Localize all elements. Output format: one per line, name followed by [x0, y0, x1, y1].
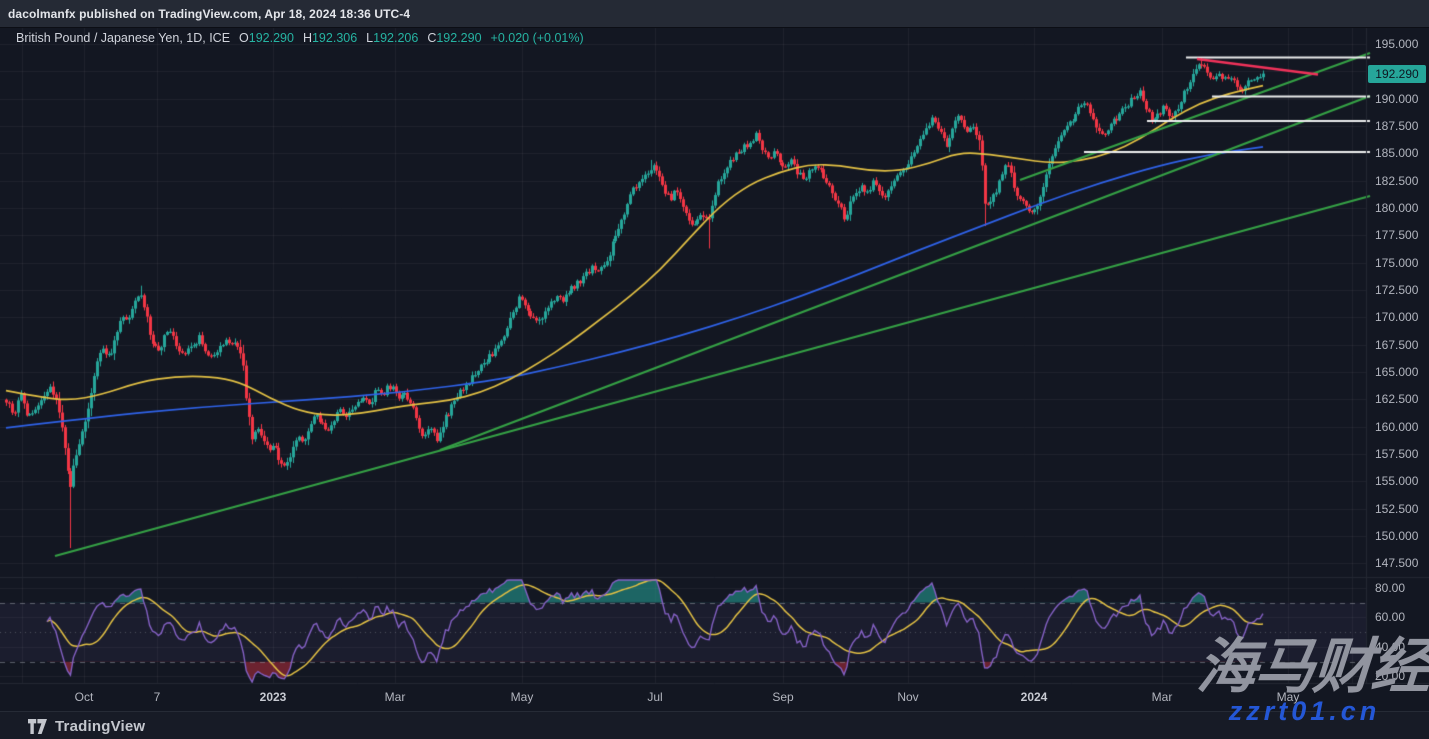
time-axis-label: 2024 — [1021, 690, 1048, 704]
ohlc-item: C192.290 — [427, 31, 481, 45]
last-price-badge: 192.290 — [1368, 65, 1426, 83]
price-axis[interactable]: 192.290 195.000 190.000 187.500 185.000 182.… — [1366, 27, 1429, 684]
time-axis-label: Mar — [1152, 690, 1173, 704]
tradingview-logo-icon — [28, 719, 47, 734]
time-axis-label: 2023 — [260, 690, 287, 704]
footer-bar: TradingView — [0, 711, 1429, 739]
price-axis-label: 172.500 — [1375, 283, 1418, 297]
attribution-text: dacolmanfx published on TradingView.com,… — [8, 7, 410, 21]
change-value: +0.020 (+0.01%) — [491, 31, 584, 45]
last-price-value: 192.290 — [1375, 67, 1418, 81]
price-axis-label: 150.000 — [1375, 529, 1418, 543]
price-axis-label: 152.500 — [1375, 502, 1418, 516]
price-axis-label: 182.500 — [1375, 174, 1418, 188]
time-axis-label: Oct — [75, 690, 94, 704]
price-axis-label: 190.000 — [1375, 92, 1418, 106]
price-axis-label: 180.000 — [1375, 201, 1418, 215]
time-axis-label: Sep — [772, 690, 793, 704]
time-axis-label: Jul — [647, 690, 662, 704]
rsi-axis-label: 40.00 — [1375, 640, 1405, 654]
time-axis-label: 7 — [154, 690, 161, 704]
price-axis-label: 187.500 — [1375, 119, 1418, 133]
time-axis-label: May — [511, 690, 534, 704]
price-axis-label: 177.500 — [1375, 228, 1418, 242]
chart-canvas[interactable] — [0, 0, 1429, 739]
rsi-axis-label: 20.00 — [1375, 669, 1405, 683]
price-axis-label: 147.500 — [1375, 556, 1418, 570]
price-axis-label: 175.000 — [1375, 256, 1418, 270]
ohlc-item: H192.306 — [303, 31, 357, 45]
ohlc-item: L192.206 — [366, 31, 418, 45]
price-axis-label: 185.000 — [1375, 146, 1418, 160]
ohlc-item: O192.290 — [239, 31, 294, 45]
ohlc-values: O192.290 H192.306 L192.206 C192.290 — [230, 31, 482, 45]
price-axis-label: 165.000 — [1375, 365, 1418, 379]
price-axis-label: 160.000 — [1375, 420, 1418, 434]
price-axis-label: 157.500 — [1375, 447, 1418, 461]
time-axis-label: Mar — [385, 690, 406, 704]
tradingview-brand[interactable]: TradingView — [55, 718, 145, 735]
time-axis-label: May — [1277, 690, 1300, 704]
tradingview-snapshot: dacolmanfx published on TradingView.com,… — [0, 0, 1429, 739]
time-axis[interactable]: Oct 7 2023 Mar May Jul Sep Nov 2024 Mar May — [0, 684, 1366, 710]
price-axis-label: 167.500 — [1375, 338, 1418, 352]
topbar: dacolmanfx published on TradingView.com,… — [0, 0, 1429, 28]
price-axis-label: 162.500 — [1375, 392, 1418, 406]
price-axis-label: 170.000 — [1375, 310, 1418, 324]
price-axis-label: 195.000 — [1375, 37, 1418, 51]
chart-legend: British Pound / Japanese Yen, 1D, ICEO19… — [16, 31, 584, 45]
symbol-title[interactable]: British Pound / Japanese Yen, 1D, ICE — [16, 31, 230, 45]
time-axis-label: Nov — [897, 690, 918, 704]
rsi-axis-label: 60.00 — [1375, 610, 1405, 624]
price-axis-label: 155.000 — [1375, 474, 1418, 488]
rsi-axis-label: 80.00 — [1375, 581, 1405, 595]
